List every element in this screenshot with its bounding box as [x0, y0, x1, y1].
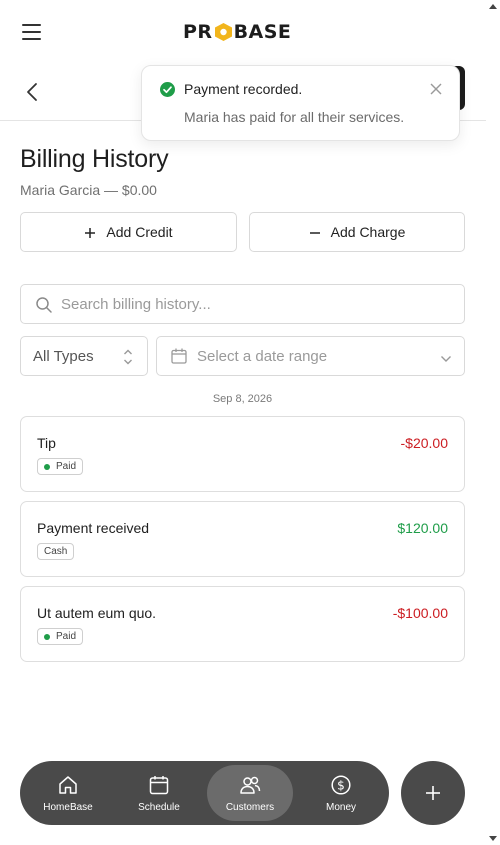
check-circle-icon	[160, 82, 175, 97]
close-icon[interactable]	[429, 82, 443, 96]
toast-title: Payment recorded.	[184, 81, 303, 97]
status-badge: Paid	[37, 458, 84, 475]
date-range-placeholder: Select a date range	[197, 348, 328, 365]
back-arrow-icon[interactable]	[24, 82, 42, 102]
history-item-description: Payment received	[37, 520, 150, 536]
status-badge-label: Paid	[56, 631, 77, 642]
date-range-select[interactable]: Select a date range	[156, 336, 465, 376]
add-credit-button[interactable]: Add Credit	[20, 212, 237, 252]
nav-label: HomeBase	[43, 802, 93, 813]
status-badge-label: Paid	[56, 461, 77, 472]
history-item-amount: $120.00	[397, 520, 448, 536]
chevron-down-icon	[440, 351, 452, 362]
history-item[interactable]: Ut autem eum quo. -$100.00 Paid	[20, 586, 465, 662]
history-item-description: Ut autem eum quo.	[37, 605, 157, 621]
add-fab-button[interactable]	[401, 761, 465, 825]
method-badge: Cash	[37, 543, 75, 560]
toast-description: Maria has paid for all their services.	[184, 109, 405, 125]
search-icon	[35, 296, 53, 314]
type-filter-value: All Types	[33, 348, 94, 365]
menu-icon[interactable]	[22, 24, 42, 40]
page-scrollbar[interactable]	[486, 0, 500, 845]
status-dot-icon	[44, 633, 50, 640]
nav-item-schedule[interactable]: Schedule	[116, 765, 202, 821]
top-bar: PR BASE	[0, 0, 486, 62]
add-credit-label: Add Credit	[106, 224, 173, 240]
nav-item-customers[interactable]: Customers	[207, 765, 293, 821]
search-box	[20, 284, 465, 324]
page-title: Billing History	[20, 145, 169, 173]
scroll-down-icon[interactable]	[489, 836, 497, 841]
nav-item-homebase[interactable]: HomeBase	[25, 765, 111, 821]
calendar-icon	[148, 774, 170, 796]
calendar-icon	[171, 348, 187, 364]
logo-text-end: BASE	[233, 21, 292, 43]
history-item-amount: -$100.00	[392, 605, 448, 621]
nav-item-money[interactable]: $ Money	[298, 765, 384, 821]
history-item-description: Tip	[37, 435, 56, 451]
scroll-up-icon[interactable]	[489, 4, 497, 9]
status-badge: Paid	[37, 628, 84, 645]
history-item-amount: -$20.00	[400, 435, 448, 451]
bottom-navigation: HomeBase Schedule Customers $ Money	[20, 761, 389, 825]
history-date-heading: Sep 8, 2026	[212, 393, 273, 405]
method-badge-label: Cash	[44, 546, 68, 557]
history-item[interactable]: Tip -$20.00 Paid	[20, 416, 465, 492]
dollar-icon: $	[330, 774, 352, 796]
type-filter-select[interactable]: All Types	[20, 336, 148, 376]
payment-toast: Payment recorded. Maria has paid for all…	[141, 65, 460, 141]
status-dot-icon	[44, 463, 50, 470]
probase-logo: PR BASE	[183, 20, 291, 44]
search-input[interactable]	[61, 286, 456, 322]
add-charge-button[interactable]: Add Charge	[249, 212, 465, 252]
home-icon	[57, 774, 79, 796]
billing-history-page: PR BASE Payment recorded. Maria has paid…	[0, 0, 486, 845]
customer-balance: Maria Garcia — $0.00	[20, 182, 157, 198]
minus-icon	[309, 226, 321, 238]
logo-text-start: PR	[183, 21, 213, 43]
plus-icon	[425, 785, 441, 801]
users-icon	[239, 774, 261, 796]
updown-chevron-icon	[123, 348, 133, 366]
svg-text:$: $	[337, 778, 345, 792]
nav-label: Schedule	[138, 802, 180, 813]
nav-label: Money	[325, 802, 356, 813]
plus-icon	[84, 226, 96, 238]
nav-label: Customers	[225, 802, 275, 813]
add-charge-label: Add Charge	[330, 224, 406, 240]
history-item[interactable]: Payment received $120.00 Cash	[20, 501, 465, 577]
logo-hex-icon	[214, 22, 233, 42]
